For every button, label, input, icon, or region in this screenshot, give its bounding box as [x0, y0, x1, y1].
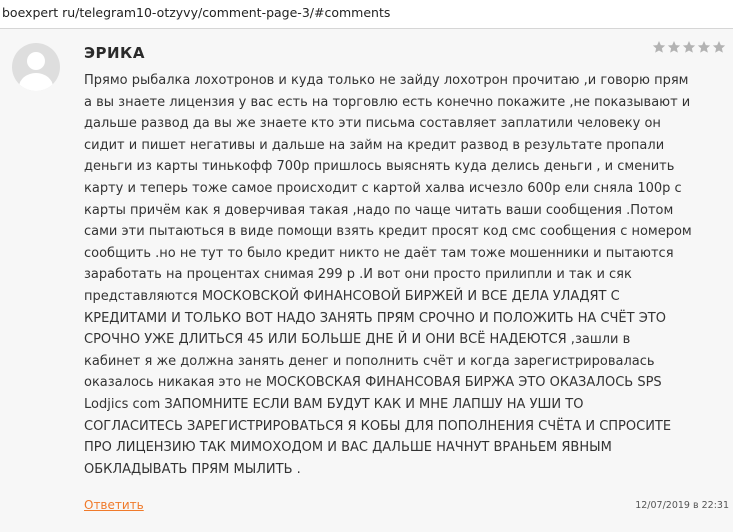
comment-text-line: кабинет я же должна занять денег и попол…: [84, 353, 655, 369]
comment-card: ЭРИКА Прямо рыбалка лохотронов и куда то…: [0, 29, 733, 532]
comment-text-line: дальше развод да вы же знаете кто эти пи…: [84, 116, 661, 132]
comment-text-line: КРЕДИТАМИ И ТОЛЬКО ВОТ НАДО ЗАНЯТЬ ПРЯМ …: [84, 310, 666, 326]
avatar: [12, 43, 60, 91]
star-icon: [667, 41, 681, 53]
reply-link[interactable]: Ответить: [84, 498, 144, 512]
star-icon: [712, 41, 726, 53]
comment-text-line: ПРО ЛИЦЕНЗИЮ ТАК МИМОХОДОМ И ВАС ДАЛЬШЕ …: [84, 440, 612, 456]
comment-text-line: карты причём как я доверчивая такая ,над…: [84, 202, 674, 218]
star-icon: [697, 41, 711, 53]
comment-text-line: представляются МОСКОВСКОЙ ФИНАНСОВОЙ БИР…: [84, 288, 620, 304]
comment-text-line: ОБКЛАДЫВАТЬ ПРЯМ МЫЛИТЬ .: [84, 461, 301, 477]
comment-text-line: сообщить .но не тут то было кредит никто…: [84, 245, 674, 261]
comment-text-line: оказалось никакая это не МОСКОВСКАЯ ФИНА…: [84, 375, 662, 391]
comment-text-line: сами эти пытаються в виде помощи взять к…: [84, 224, 692, 240]
comment-author: ЭРИКА: [84, 44, 145, 62]
star-icon: [652, 41, 666, 53]
comment-text-line: Прямо рыбалка лохотронов и куда только н…: [84, 73, 689, 88]
star-icon: [682, 41, 696, 53]
comment-text-line: Lodjics com ЗАПОМНИТЕ ЕСЛИ ВАМ БУДУТ КАК…: [84, 396, 584, 412]
comment-text-line: СРОЧНО УЖЕ ДЛИТЬСЯ 45 ИЛИ БОЛЬШЕ ДНЕ Й И…: [84, 332, 631, 348]
address-bar[interactable]: boexpert ru/telegram10-otzyvy/comment-pa…: [0, 0, 733, 28]
comment-text-line: СОГЛАСИТЕСЬ ЗАРЕГИСТРИРОВАТЬСЯ Я КОБЫ ДЛ…: [84, 418, 672, 434]
default-user-icon: [19, 52, 53, 91]
comment-text-line: деньги из карты тинькофф 700р пришлось в…: [84, 159, 675, 175]
comment-text-line: сидит и пишет негативы и дальше на займ …: [84, 137, 665, 153]
comment-text-line: а вы знаете лицензия у вас есть на торго…: [84, 94, 691, 110]
comment-date: 12/07/2019 в 22:31: [635, 500, 729, 511]
address-url[interactable]: boexpert ru/telegram10-otzyvy/comment-pa…: [2, 5, 390, 20]
comment-text-line: заработать на процентах снимая 299 р .И …: [84, 267, 632, 283]
comment-text-line: карту и теперь тоже самое происходит с к…: [84, 180, 682, 196]
rating-stars: [652, 40, 726, 58]
comment-text: Прямо рыбалка лохотронов и куда только н…: [84, 70, 733, 480]
